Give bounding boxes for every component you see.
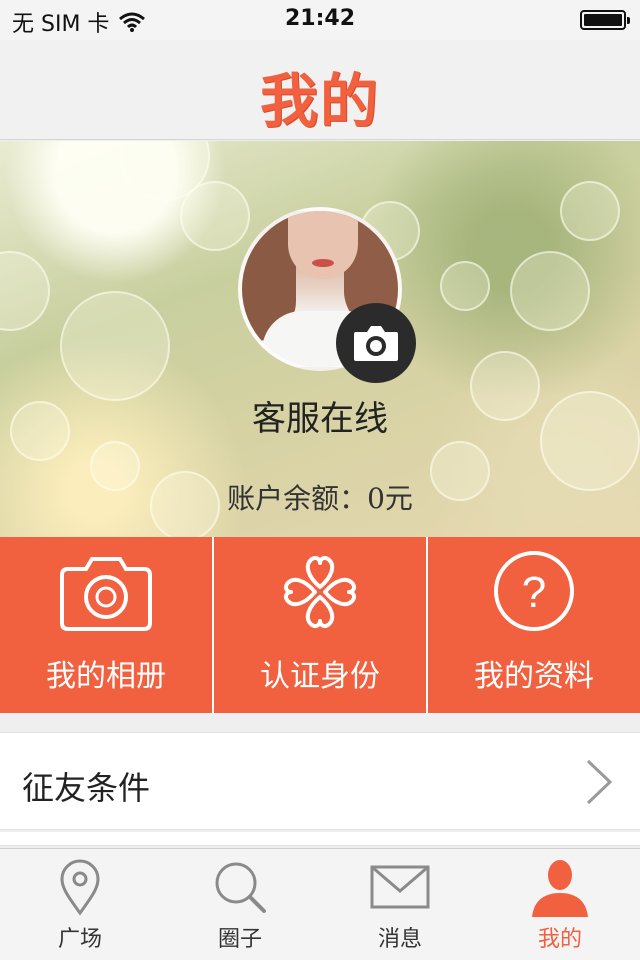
location-pin-icon (60, 859, 100, 916)
tab-messages-label: 消息 (377, 927, 422, 952)
battery-icon (580, 10, 630, 30)
question-circle-icon: ? (494, 551, 574, 631)
list-item[interactable] (0, 832, 640, 846)
page-title: 我的 (259, 67, 380, 135)
profile-header: 客服在线 账户余额：0元 (0, 141, 640, 537)
status-time: 21:42 (284, 6, 356, 31)
my-profile-label: 我的资料 (474, 659, 594, 694)
tab-bar: 广场 圈子 消息 我的 (0, 848, 640, 960)
camera-icon (354, 326, 398, 361)
my-profile-button[interactable]: ? 我的资料 (428, 537, 640, 713)
tab-plaza[interactable]: 广场 (0, 849, 160, 960)
tab-me[interactable]: 我的 (480, 849, 640, 960)
tab-messages[interactable]: 消息 (320, 849, 480, 960)
verify-identity-label: 认证身份 (260, 659, 380, 694)
search-icon (215, 862, 266, 913)
dating-criteria-label: 征友条件 (22, 769, 151, 807)
camera-icon (60, 557, 152, 631)
change-avatar-button[interactable] (336, 303, 416, 383)
status-bar: 无 SIM 卡 21:42 (0, 0, 640, 40)
account-balance: 账户余额：0元 (227, 482, 413, 515)
list-item[interactable]: 征友条件 (0, 732, 640, 830)
mail-icon (370, 865, 430, 909)
tab-circle[interactable]: 圈子 (160, 849, 320, 960)
verify-identity-button[interactable]: 认证身份 (214, 537, 426, 713)
svg-text:?: ? (522, 568, 546, 617)
my-album-button[interactable]: 我的相册 (0, 537, 212, 713)
nav-bar: 我的 (0, 40, 640, 140)
tab-circle-label: 圈子 (217, 927, 262, 952)
tab-me-label: 我的 (537, 927, 582, 952)
clover-hearts-icon (283, 555, 357, 629)
my-album-label: 我的相册 (46, 659, 166, 694)
user-name: 客服在线 (252, 399, 388, 439)
person-icon (532, 860, 588, 917)
action-grid: 我的相册 认证身份 ? 我的资料 (0, 537, 640, 713)
tab-plaza-label: 广场 (57, 927, 102, 952)
chevron-right-icon (586, 759, 613, 805)
